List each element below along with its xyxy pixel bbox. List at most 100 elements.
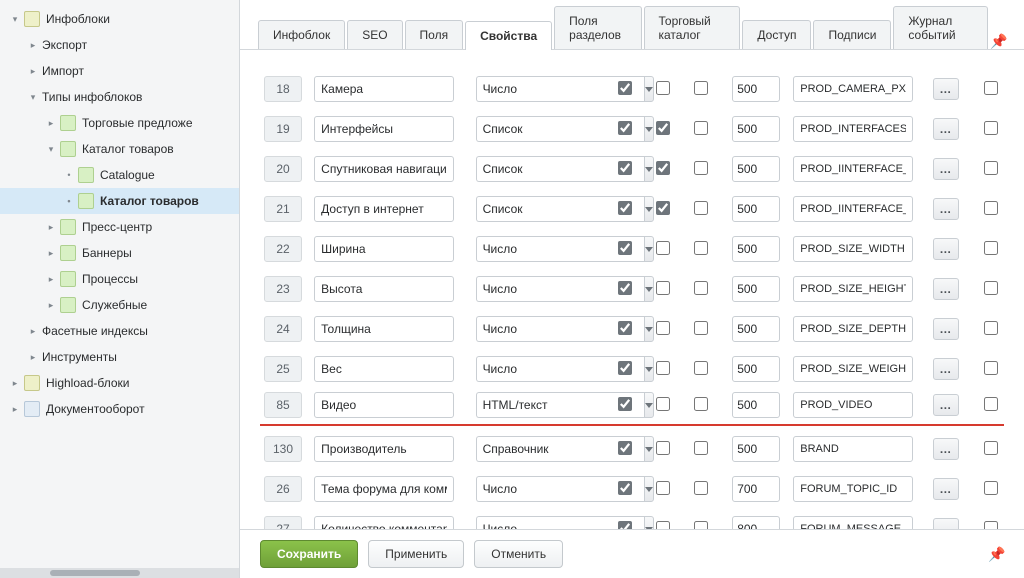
apply-button[interactable]: Применить: [368, 540, 464, 568]
property-type-select[interactable]: [476, 156, 586, 182]
tab[interactable]: Доступ: [742, 20, 811, 49]
pin-icon[interactable]: 📌: [990, 33, 1006, 49]
tree-item[interactable]: ▸Экспорт: [0, 32, 239, 58]
property-name-input[interactable]: [314, 116, 454, 142]
property-delete-checkbox[interactable]: [984, 161, 998, 175]
property-sort-input[interactable]: [732, 116, 780, 142]
expand-glyph[interactable]: ▸: [46, 222, 56, 233]
property-more-button[interactable]: …: [933, 318, 959, 340]
tree-item[interactable]: ▸Импорт: [0, 58, 239, 84]
property-code-input[interactable]: [793, 236, 913, 262]
property-type-select[interactable]: [476, 436, 586, 462]
expand-glyph[interactable]: ▸: [10, 378, 20, 389]
property-delete-checkbox[interactable]: [984, 81, 998, 95]
property-flag-1[interactable]: [618, 361, 632, 375]
property-code-input[interactable]: [793, 516, 913, 529]
property-flag-3[interactable]: [694, 441, 708, 455]
property-flag-1[interactable]: [618, 521, 632, 530]
property-code-input[interactable]: [793, 356, 913, 382]
tab[interactable]: Торговый каталог: [644, 6, 741, 49]
property-sort-input[interactable]: [732, 436, 780, 462]
tree-item[interactable]: ▸Процессы: [0, 266, 239, 292]
tab[interactable]: Поля: [405, 20, 464, 49]
property-flag-2[interactable]: [656, 397, 670, 411]
property-sort-input[interactable]: [732, 76, 780, 102]
cancel-button[interactable]: Отменить: [474, 540, 563, 568]
property-flag-2[interactable]: [656, 201, 670, 215]
chevron-down-icon[interactable]: [644, 356, 654, 382]
property-flag-3[interactable]: [694, 241, 708, 255]
property-delete-checkbox[interactable]: [984, 281, 998, 295]
property-flag-2[interactable]: [656, 481, 670, 495]
property-code-input[interactable]: [793, 276, 913, 302]
property-name-input[interactable]: [314, 76, 454, 102]
sidebar-scrollbar[interactable]: [0, 568, 239, 578]
property-delete-checkbox[interactable]: [984, 121, 998, 135]
property-more-button[interactable]: …: [933, 78, 959, 100]
tree-item[interactable]: ▸Фасетные индексы: [0, 318, 239, 344]
property-type-select[interactable]: [476, 116, 586, 142]
property-delete-checkbox[interactable]: [984, 397, 998, 411]
property-name-input[interactable]: [314, 356, 454, 382]
property-more-button[interactable]: …: [933, 118, 959, 140]
tree-item[interactable]: •Каталог товаров: [0, 188, 239, 214]
property-flag-2[interactable]: [656, 361, 670, 375]
expand-glyph[interactable]: •: [64, 170, 74, 180]
property-delete-checkbox[interactable]: [984, 241, 998, 255]
property-flag-3[interactable]: [694, 161, 708, 175]
property-code-input[interactable]: [793, 116, 913, 142]
tab[interactable]: Инфоблок: [258, 20, 345, 49]
tree-item[interactable]: ▸Служебные: [0, 292, 239, 318]
property-sort-input[interactable]: [732, 236, 780, 262]
expand-glyph[interactable]: ▾: [28, 92, 38, 103]
property-code-input[interactable]: [793, 76, 913, 102]
property-flag-3[interactable]: [694, 121, 708, 135]
property-type-select[interactable]: [476, 196, 586, 222]
property-more-button[interactable]: …: [933, 198, 959, 220]
property-flag-1[interactable]: [618, 321, 632, 335]
property-name-input[interactable]: [314, 392, 454, 418]
property-more-button[interactable]: …: [933, 278, 959, 300]
chevron-down-icon[interactable]: [644, 392, 654, 418]
property-more-button[interactable]: …: [933, 394, 959, 416]
chevron-down-icon[interactable]: [644, 436, 654, 462]
property-delete-checkbox[interactable]: [984, 521, 998, 530]
property-delete-checkbox[interactable]: [984, 321, 998, 335]
property-flag-1[interactable]: [618, 281, 632, 295]
tree-item[interactable]: ▸Инструменты: [0, 344, 239, 370]
property-sort-input[interactable]: [732, 156, 780, 182]
expand-glyph[interactable]: ▸: [46, 118, 56, 129]
expand-glyph[interactable]: ▾: [46, 144, 56, 155]
property-code-input[interactable]: [793, 392, 913, 418]
property-flag-1[interactable]: [618, 397, 632, 411]
property-type-select[interactable]: [476, 356, 586, 382]
expand-glyph[interactable]: ▸: [28, 326, 38, 337]
property-flag-2[interactable]: [656, 81, 670, 95]
property-code-input[interactable]: [793, 436, 913, 462]
property-flag-1[interactable]: [618, 481, 632, 495]
tab[interactable]: Журнал событий: [893, 6, 988, 49]
property-flag-3[interactable]: [694, 481, 708, 495]
property-code-input[interactable]: [793, 196, 913, 222]
property-name-input[interactable]: [314, 436, 454, 462]
property-name-input[interactable]: [314, 156, 454, 182]
property-delete-checkbox[interactable]: [984, 481, 998, 495]
property-flag-3[interactable]: [694, 321, 708, 335]
expand-glyph[interactable]: ▸: [46, 248, 56, 259]
property-type-select[interactable]: [476, 76, 586, 102]
property-flag-3[interactable]: [694, 521, 708, 530]
property-more-button[interactable]: …: [933, 358, 959, 380]
chevron-down-icon[interactable]: [644, 116, 654, 142]
save-button[interactable]: Сохранить: [260, 540, 358, 568]
property-flag-1[interactable]: [618, 201, 632, 215]
property-type-select[interactable]: [476, 476, 586, 502]
property-flag-2[interactable]: [656, 321, 670, 335]
property-type-select[interactable]: [476, 392, 586, 418]
property-code-input[interactable]: [793, 476, 913, 502]
tree-item[interactable]: ▾Типы инфоблоков: [0, 84, 239, 110]
property-sort-input[interactable]: [732, 276, 780, 302]
property-sort-input[interactable]: [732, 356, 780, 382]
property-type-select[interactable]: [476, 276, 586, 302]
property-flag-2[interactable]: [656, 121, 670, 135]
property-name-input[interactable]: [314, 236, 454, 262]
